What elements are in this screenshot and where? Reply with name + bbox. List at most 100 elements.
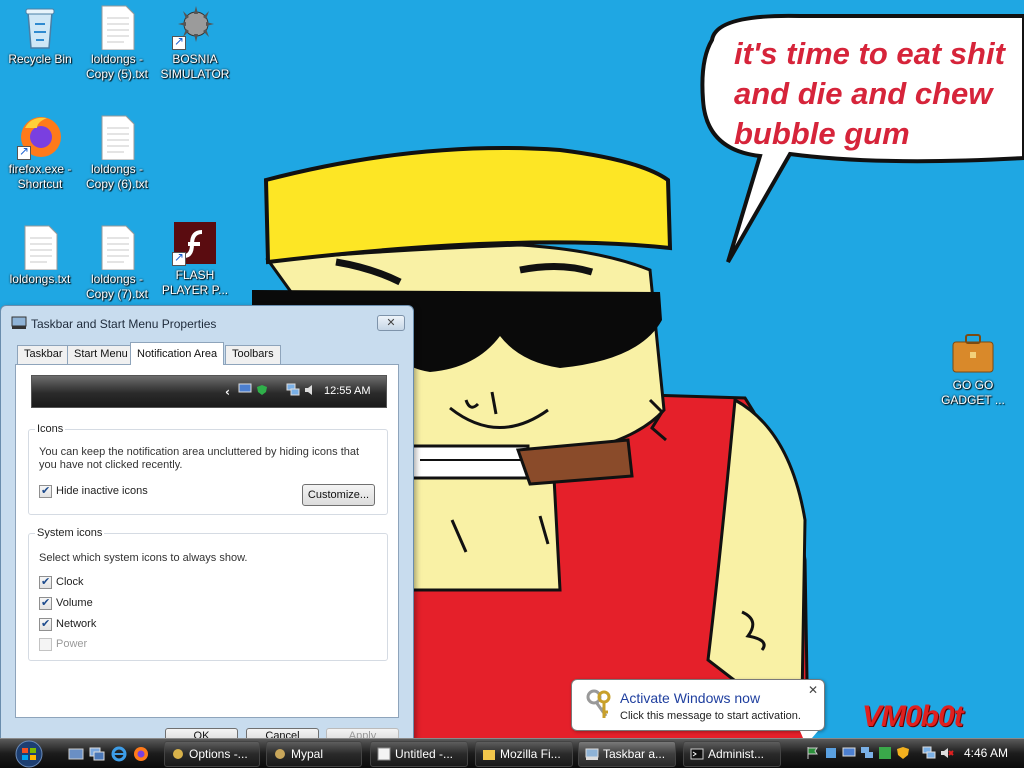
preview-clock: 12:55 AM (324, 385, 371, 397)
text-file-icon (94, 224, 140, 271)
desktop-icon-label: loldongs - Copy (6).txt (85, 162, 148, 191)
firefox-quicklaunch-icon[interactable] (133, 746, 149, 762)
taskbar-properties-dialog: Taskbar and Start Menu Properties ✕ Task… (0, 305, 414, 745)
taskbar-button-mypal[interactable]: Mypal (266, 741, 362, 767)
volume-checkbox[interactable]: Volume (39, 596, 93, 610)
desktop-icon-label: FLASH PLAYER P... (161, 268, 229, 297)
taskbar-button-mozilla[interactable]: Mozilla Fi... (475, 741, 573, 767)
system-icons-group-title: System icons (35, 527, 105, 539)
mypal-icon (275, 749, 285, 759)
desktop-icon-flash-player[interactable]: FLASH PLAYER P... (156, 220, 234, 298)
taskbar-properties-icon (585, 748, 599, 760)
desktop-icon-loldongs[interactable]: loldongs.txt (1, 224, 79, 287)
text-file-icon (17, 224, 63, 271)
power-checkbox: Power (39, 637, 87, 651)
taskbar-preview: ‹ 12:55 AM (31, 375, 387, 408)
desktop-icon-recycle-bin[interactable]: Recycle Bin (1, 4, 79, 67)
desktop-icon-label: loldongs - Copy (7).txt (85, 272, 148, 301)
checkbox-box[interactable] (39, 596, 52, 610)
system-icons-group: System icons Select which system icons t… (28, 527, 388, 661)
checkbox-box (39, 637, 52, 651)
spiked-ball-icon (172, 4, 218, 50)
tray-flag-icon[interactable] (806, 746, 820, 760)
text-file-icon (94, 4, 140, 51)
notification-area-panel: ‹ 12:55 AM Icons You can keep the notifi… (15, 364, 399, 718)
tab-notification-area[interactable]: Notification Area (130, 342, 225, 365)
tray-shield-icon[interactable] (896, 746, 910, 760)
network-status-icon[interactable] (922, 746, 936, 760)
monitor-icon (238, 383, 252, 393)
tab-start-menu[interactable]: Start Menu (67, 345, 135, 364)
keys-icon (586, 689, 611, 718)
icons-description: You can keep the notification area unclu… (39, 446, 360, 471)
chevron-left-icon: ‹ (225, 385, 230, 399)
taskbar-button-administrator[interactable]: Administ... (683, 741, 781, 767)
tab-toolbars[interactable]: Toolbars (225, 345, 281, 364)
dialog-title: Taskbar and Start Menu Properties (31, 317, 217, 331)
icons-group-title: Icons (35, 423, 66, 435)
desktop-icon-loldongs-copy-7[interactable]: loldongs - Copy (7).txt (78, 224, 156, 302)
network-label: Network (56, 618, 97, 630)
start-button[interactable] (9, 740, 50, 768)
windows-logo-icon (15, 740, 43, 768)
tray-monitor-icon[interactable] (842, 746, 856, 760)
title-bar[interactable]: Taskbar and Start Menu Properties ✕ (1, 306, 413, 340)
recycle-bin-icon (17, 4, 63, 50)
network-icon (286, 383, 300, 396)
flash-player-icon (172, 220, 218, 266)
icons-group: Icons You can keep the notification area… (28, 423, 388, 515)
firefox-icon (17, 114, 63, 160)
checkbox-box[interactable] (39, 575, 52, 589)
hide-inactive-icons-checkbox[interactable]: Hide inactive icons (39, 484, 148, 498)
briefcase-icon (950, 330, 996, 376)
desktop-icon-label: BOSNIA SIMULATOR (160, 52, 230, 81)
desktop-icon-label: firefox.exe - Shortcut (8, 162, 72, 191)
volume-icon (305, 385, 312, 395)
taskbar-button-taskbar-properties[interactable]: Taskbar a... (578, 741, 676, 767)
balloon-title: Activate Windows now (620, 690, 761, 706)
volume-muted-icon[interactable] (940, 746, 954, 760)
tray-app-icon[interactable] (878, 746, 892, 760)
show-desktop-icon[interactable] (68, 746, 84, 762)
desktop-icon-label: GO GO GADGET ... (941, 378, 1005, 407)
taskbar-button-untitled[interactable]: Untitled -... (370, 741, 468, 767)
customize-button[interactable]: Customize... (302, 484, 375, 506)
command-prompt-icon (690, 748, 704, 760)
desktop-icon-firefox-shortcut[interactable]: firefox.exe - Shortcut (1, 114, 79, 192)
desktop-icon-bosnia-simulator[interactable]: BOSNIA SIMULATOR (156, 4, 234, 82)
taskbar-clock[interactable]: 4:46 AM (964, 746, 1008, 760)
system-icons-description: Select which system icons to always show… (39, 552, 248, 564)
switch-windows-icon[interactable] (89, 746, 105, 762)
balloon-text: Click this message to start activation. (620, 710, 801, 722)
options-icon (173, 749, 183, 759)
checkbox-box[interactable] (39, 617, 52, 631)
checkbox-box[interactable] (39, 484, 52, 498)
internet-explorer-icon[interactable] (111, 746, 127, 762)
speech-text: it's time to eat shit and die and chew b… (734, 36, 1005, 151)
taskbar-button-options[interactable]: Options -... (164, 741, 260, 767)
activation-balloon[interactable]: Activate Windows now Click this message … (571, 679, 825, 745)
network-checkbox[interactable]: Network (39, 617, 96, 631)
hat (263, 146, 673, 265)
tray-network-icon[interactable] (860, 746, 874, 760)
desktop-icon-label: Recycle Bin (8, 52, 72, 66)
desktop-icon-label: loldongs - Copy (5).txt (85, 52, 148, 81)
desktop-icon-loldongs-copy-6[interactable]: loldongs - Copy (6).txt (78, 114, 156, 192)
clock-label: Clock (56, 576, 84, 588)
desktop-icon-loldongs-copy-5[interactable]: loldongs - Copy (5).txt (78, 4, 156, 82)
clock-checkbox[interactable]: Clock (39, 575, 84, 589)
folder-icon (483, 750, 495, 760)
signature: VM0b0t (862, 700, 964, 733)
tab-taskbar[interactable]: Taskbar (17, 345, 70, 364)
power-label: Power (56, 638, 88, 650)
paint-icon (377, 747, 391, 761)
text-file-icon (94, 114, 140, 161)
balloon-close-button[interactable]: ✕ (808, 683, 818, 697)
taskbar: Options -... Mypal Untitled -... Mozilla… (0, 738, 1024, 768)
security-shield-icon (257, 385, 267, 395)
tray-tool-icon[interactable] (824, 746, 838, 760)
desktop-icon-label: loldongs.txt (9, 272, 71, 286)
close-button[interactable]: ✕ (377, 315, 405, 331)
hide-inactive-label: Hide inactive icons (56, 485, 148, 497)
desktop-icon-go-go-gadget[interactable]: GO GO GADGET ... (934, 330, 1012, 408)
